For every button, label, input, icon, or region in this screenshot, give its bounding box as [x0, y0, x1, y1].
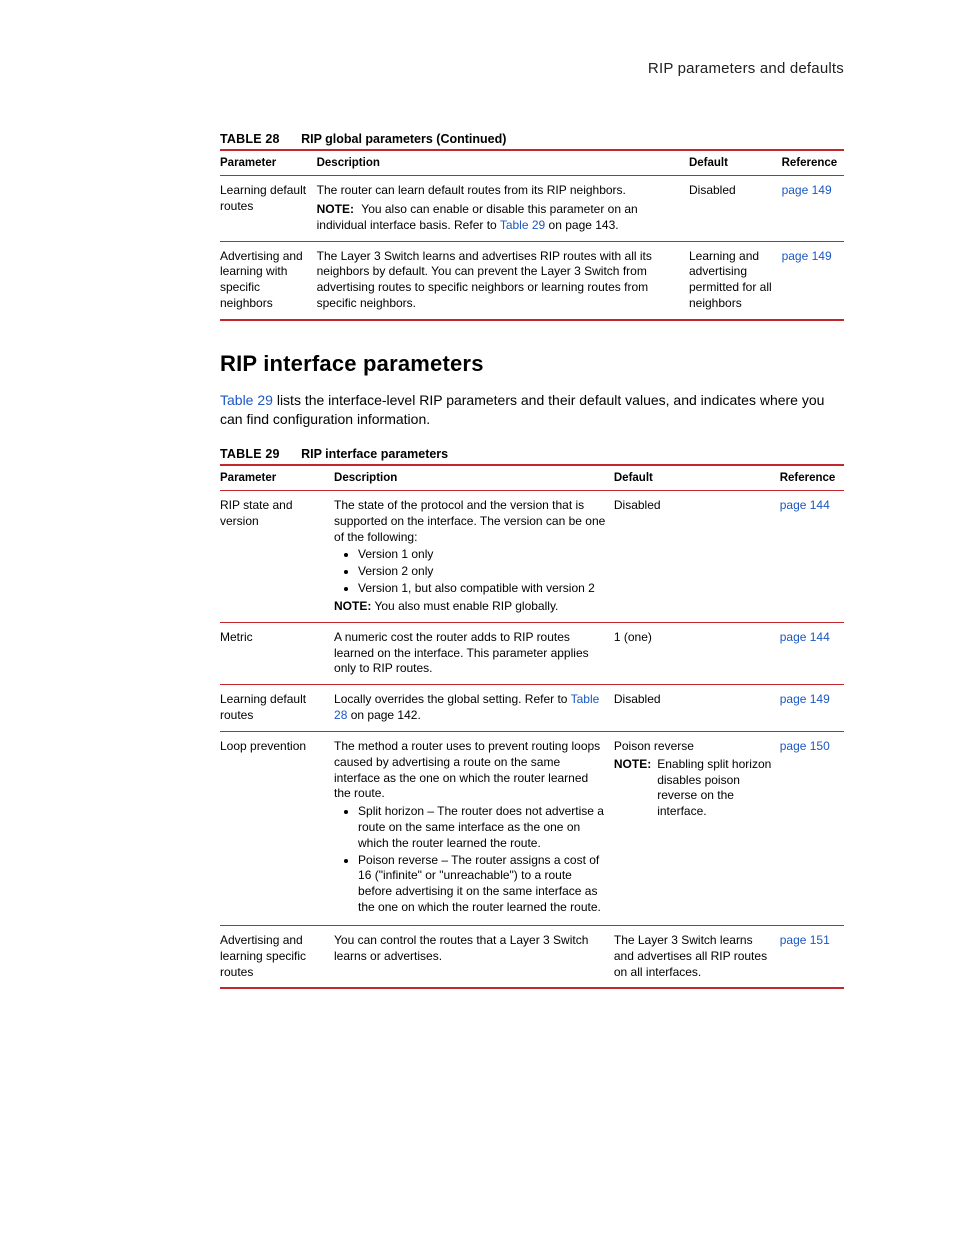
table29-header-row: Parameter Description Default Reference: [220, 465, 844, 491]
list-item: Poison reverse – The router assigns a co…: [358, 853, 606, 916]
table-row: Learning default routes The router can l…: [220, 176, 844, 241]
table-row: Advertising and learning with specific n…: [220, 241, 844, 320]
link-page-144-2[interactable]: page 144: [780, 630, 830, 644]
list-item: Version 2 only: [358, 564, 606, 580]
note-label: NOTE:: [334, 599, 371, 613]
table28-caption: TABLE 28 RIP global parameters (Continue…: [220, 132, 844, 146]
list-item: Split horizon – The router does not adve…: [358, 804, 606, 851]
link-table29[interactable]: Table 29: [500, 218, 545, 232]
link-page-151[interactable]: page 151: [780, 933, 830, 947]
t28-r1-param: Advertising and learning with specific n…: [220, 241, 317, 320]
t29-r2-param: Learning default routes: [220, 685, 334, 732]
t29-r0-default: Disabled: [614, 490, 780, 622]
table28-title: RIP global parameters (Continued): [301, 132, 506, 146]
t29-r3-param: Loop prevention: [220, 731, 334, 925]
table-row: Learning default routes Locally override…: [220, 685, 844, 732]
link-page-149-2[interactable]: page 149: [782, 249, 832, 263]
link-page-149-3[interactable]: page 149: [780, 692, 830, 706]
table28-h-description: Description: [317, 150, 689, 176]
t29-r2-default: Disabled: [614, 685, 780, 732]
t29-r0-bullets: Version 1 only Version 2 only Version 1,…: [334, 547, 606, 596]
t29-r1-param: Metric: [220, 622, 334, 684]
section-intro-rest: lists the interface-level RIP parameters…: [220, 392, 824, 427]
t28-r0-param: Learning default routes: [220, 176, 317, 241]
table29-h-reference: Reference: [780, 465, 844, 491]
table28-label: TABLE 28: [220, 132, 280, 146]
table29-h-parameter: Parameter: [220, 465, 334, 491]
table-row: Advertising and learning specific routes…: [220, 925, 844, 988]
t29-r1-default: 1 (one): [614, 622, 780, 684]
t29-r3-default: Poison reverse NOTE: Enabling split hori…: [614, 731, 780, 925]
list-item: Version 1, but also compatible with vers…: [358, 581, 606, 597]
t29-r2-desc-pre: Locally overrides the global setting. Re…: [334, 692, 571, 706]
table-row: Metric A numeric cost the router adds to…: [220, 622, 844, 684]
t29-r3-default-note: Enabling split horizon disables poison r…: [657, 757, 772, 820]
link-page-150[interactable]: page 150: [780, 739, 830, 753]
table29-h-default: Default: [614, 465, 780, 491]
t29-r4-desc: You can control the routes that a Layer …: [334, 925, 614, 988]
t29-r4-default: The Layer 3 Switch learns and advertises…: [614, 925, 780, 988]
table-row: Loop prevention The method a router uses…: [220, 731, 844, 925]
t28-r1-desc: The Layer 3 Switch learns and advertises…: [317, 241, 689, 320]
table29-label: TABLE 29: [220, 447, 280, 461]
link-page-149[interactable]: page 149: [782, 183, 832, 197]
t29-r3-desc: The method a router uses to prevent rout…: [334, 731, 614, 925]
table28-header-row: Parameter Description Default Reference: [220, 150, 844, 176]
link-page-144[interactable]: page 144: [780, 498, 830, 512]
t29-r0-desc-main: The state of the protocol and the versio…: [334, 498, 605, 544]
list-item: Version 1 only: [358, 547, 606, 563]
t29-r3-desc-main: The method a router uses to prevent rout…: [334, 739, 600, 800]
note-label: NOTE:: [614, 757, 651, 820]
section-intro: Table 29 lists the interface-level RIP p…: [220, 391, 844, 429]
t29-r3-bullets: Split horizon – The router does not adve…: [334, 804, 606, 916]
t29-r3-default-main: Poison reverse: [614, 739, 694, 753]
t29-r4-param: Advertising and learning specific routes: [220, 925, 334, 988]
table28-h-parameter: Parameter: [220, 150, 317, 176]
table29-title: RIP interface parameters: [301, 447, 448, 461]
t28-r0-note-text2: on page 143.: [545, 218, 618, 232]
t29-r2-desc-post: on page 142.: [347, 708, 420, 722]
t29-r0-note-text: You also must enable RIP globally.: [374, 599, 558, 613]
link-table29-intro[interactable]: Table 29: [220, 392, 273, 408]
section-heading-rip-interface-parameters: RIP interface parameters: [220, 351, 844, 377]
t29-r2-desc: Locally overrides the global setting. Re…: [334, 685, 614, 732]
table28-h-default: Default: [689, 150, 782, 176]
t28-r1-default: Learning and advertising permitted for a…: [689, 241, 782, 320]
t28-r0-default: Disabled: [689, 176, 782, 241]
table-row: RIP state and version The state of the p…: [220, 490, 844, 622]
table28-h-reference: Reference: [782, 150, 844, 176]
t28-r0-desc-main: The router can learn default routes from…: [317, 183, 626, 197]
note-label: NOTE:: [317, 202, 354, 216]
table29: Parameter Description Default Reference …: [220, 464, 844, 990]
t28-r0-desc: The router can learn default routes from…: [317, 176, 689, 241]
table28: Parameter Description Default Reference …: [220, 149, 844, 321]
t29-r0-desc: The state of the protocol and the versio…: [334, 490, 614, 622]
running-head: RIP parameters and defaults: [220, 60, 844, 77]
table29-caption: TABLE 29 RIP interface parameters: [220, 447, 844, 461]
table29-h-description: Description: [334, 465, 614, 491]
t29-r0-param: RIP state and version: [220, 490, 334, 622]
t29-r1-desc: A numeric cost the router adds to RIP ro…: [334, 622, 614, 684]
